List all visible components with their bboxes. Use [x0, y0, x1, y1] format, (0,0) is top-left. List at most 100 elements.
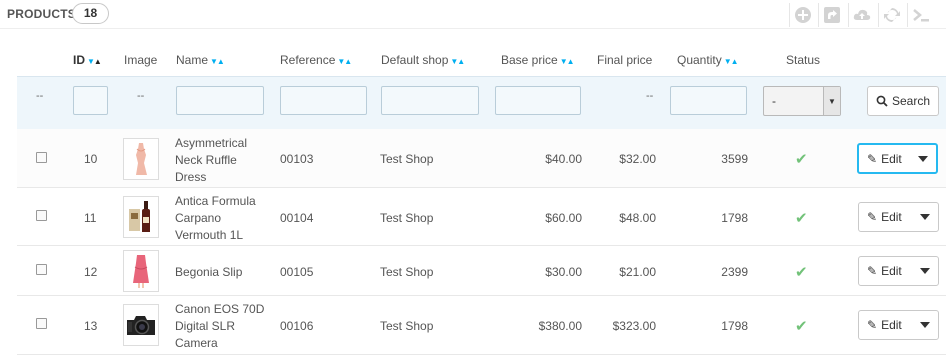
row-id: 12	[84, 265, 98, 279]
chevron-down-icon[interactable]	[920, 322, 930, 328]
row-base-price: $30.00	[545, 265, 582, 279]
row-checkbox[interactable]	[36, 152, 47, 163]
sort-arrows-icon[interactable]: ▼▲	[87, 57, 102, 66]
column-header-reference[interactable]: Reference ▼▲	[280, 53, 352, 67]
column-header-id[interactable]: ID ▼▲	[73, 53, 102, 67]
row-quantity: 1798	[721, 211, 748, 225]
column-header-quantity[interactable]: Quantity ▼▲	[677, 53, 739, 67]
row-final-price: $32.00	[619, 152, 656, 166]
filter-reference-input[interactable]	[280, 86, 367, 115]
product-thumbnail[interactable]	[123, 138, 159, 180]
row-quantity: 3599	[721, 152, 748, 166]
chevron-down-icon[interactable]	[920, 268, 930, 274]
edit-button[interactable]: ✎ Edit	[858, 202, 939, 232]
search-button[interactable]: Search	[867, 86, 939, 116]
row-checkbox[interactable]	[36, 210, 47, 221]
filter-quantity-input[interactable]	[670, 86, 747, 115]
filter-default-shop-input[interactable]	[381, 86, 479, 115]
filter-base-price-input[interactable]	[495, 86, 581, 115]
edit-button[interactable]: ✎ Edit	[857, 143, 938, 174]
edit-button[interactable]: ✎ Edit	[858, 256, 939, 286]
product-thumbnail[interactable]	[123, 196, 159, 238]
dress-image-icon	[136, 143, 147, 175]
sql-terminal-icon[interactable]	[907, 3, 934, 27]
filter-name-input[interactable]	[176, 86, 264, 115]
edit-button-label: Edit	[881, 264, 902, 278]
row-id: 10	[84, 152, 98, 166]
status-enabled-check-icon[interactable]: ✔	[795, 263, 808, 281]
edit-button[interactable]: ✎ Edit	[858, 310, 939, 340]
row-shop: Test Shop	[380, 152, 434, 166]
row-checkbox[interactable]	[36, 264, 47, 275]
pencil-icon: ✎	[867, 318, 878, 332]
sort-arrows-icon[interactable]: ▼▲	[210, 57, 225, 66]
column-label-base-price: Base price	[501, 53, 558, 67]
sort-arrows-icon[interactable]: ▼▲	[560, 57, 575, 66]
status-enabled-check-icon[interactable]: ✔	[795, 150, 808, 168]
row-reference: 00103	[280, 152, 314, 166]
refresh-icon[interactable]	[878, 3, 905, 27]
column-header-base-price[interactable]: Base price ▼▲	[501, 53, 575, 67]
sort-arrows-icon[interactable]: ▼▲	[337, 57, 352, 66]
row-final-price: $21.00	[619, 265, 656, 279]
panel-header: PRODUCTS 18	[0, 0, 946, 28]
camera-image-icon	[127, 316, 155, 335]
edit-button-label: Edit	[881, 318, 902, 332]
column-header-name[interactable]: Name ▼▲	[176, 53, 225, 67]
edit-button-label: Edit	[881, 152, 902, 166]
row-name: Antica Formula Carpano Vermouth 1L	[175, 194, 256, 242]
product-thumbnail[interactable]	[123, 304, 159, 346]
filter-placeholder-dash: --	[137, 90, 145, 102]
sort-arrows-icon[interactable]: ▼▲	[724, 57, 739, 66]
filter-placeholder-dash: --	[36, 90, 44, 102]
edit-button-label: Edit	[881, 210, 902, 224]
row-checkbox[interactable]	[36, 318, 47, 329]
row-shop: Test Shop	[380, 211, 434, 225]
add-icon[interactable]	[789, 3, 816, 27]
pencil-icon: ✎	[867, 210, 878, 224]
row-name: Begonia Slip	[175, 265, 243, 279]
row-final-price: $48.00	[619, 211, 656, 225]
row-final-price: $323.00	[612, 319, 656, 333]
row-id: 13	[84, 319, 98, 333]
column-header-final-price: Final price	[597, 53, 653, 67]
pencil-icon: ✎	[867, 264, 878, 278]
slip-image-icon	[133, 255, 149, 288]
row-reference: 00105	[280, 265, 314, 279]
row-base-price: $380.00	[538, 319, 582, 333]
row-base-price: $40.00	[545, 152, 582, 166]
chevron-down-icon[interactable]: ▼	[823, 87, 840, 115]
row-reference: 00104	[280, 211, 314, 225]
filter-status-value: -	[772, 94, 776, 108]
row-shop: Test Shop	[380, 265, 434, 279]
status-enabled-check-icon[interactable]: ✔	[795, 209, 808, 227]
column-label-name: Name	[176, 53, 209, 67]
product-thumbnail[interactable]	[123, 250, 159, 292]
row-base-price: $60.00	[545, 211, 582, 225]
column-header-status: Status	[786, 53, 821, 67]
search-icon	[876, 95, 888, 107]
row-shop: Test Shop	[380, 319, 434, 333]
column-label-default-shop: Default shop	[381, 53, 449, 67]
filter-placeholder-dash: --	[646, 90, 654, 102]
export-icon[interactable]	[818, 3, 845, 27]
filter-id-input[interactable]	[73, 86, 108, 115]
cloud-upload-icon[interactable]	[848, 3, 875, 27]
chevron-down-icon[interactable]	[920, 214, 930, 220]
search-button-label: Search	[891, 94, 931, 108]
row-quantity: 1798	[721, 319, 748, 333]
panel-title: PRODUCTS	[7, 7, 76, 21]
product-count-badge: 18	[72, 3, 109, 24]
sort-arrows-icon[interactable]: ▼▲	[450, 57, 465, 66]
column-header-image: Image	[124, 53, 158, 67]
chevron-down-icon[interactable]	[918, 156, 928, 162]
bottle-image-icon	[129, 201, 150, 232]
row-reference: 00106	[280, 319, 314, 333]
column-label-id: ID	[73, 53, 85, 67]
pencil-icon: ✎	[867, 152, 878, 166]
filter-status-select[interactable]: - ▼	[763, 86, 841, 116]
column-header-default-shop[interactable]: Default shop ▼▲	[381, 53, 465, 67]
row-name: Canon EOS 70D Digital SLR Camera	[175, 302, 265, 350]
status-enabled-check-icon[interactable]: ✔	[795, 317, 808, 335]
column-label-quantity: Quantity	[677, 53, 722, 67]
